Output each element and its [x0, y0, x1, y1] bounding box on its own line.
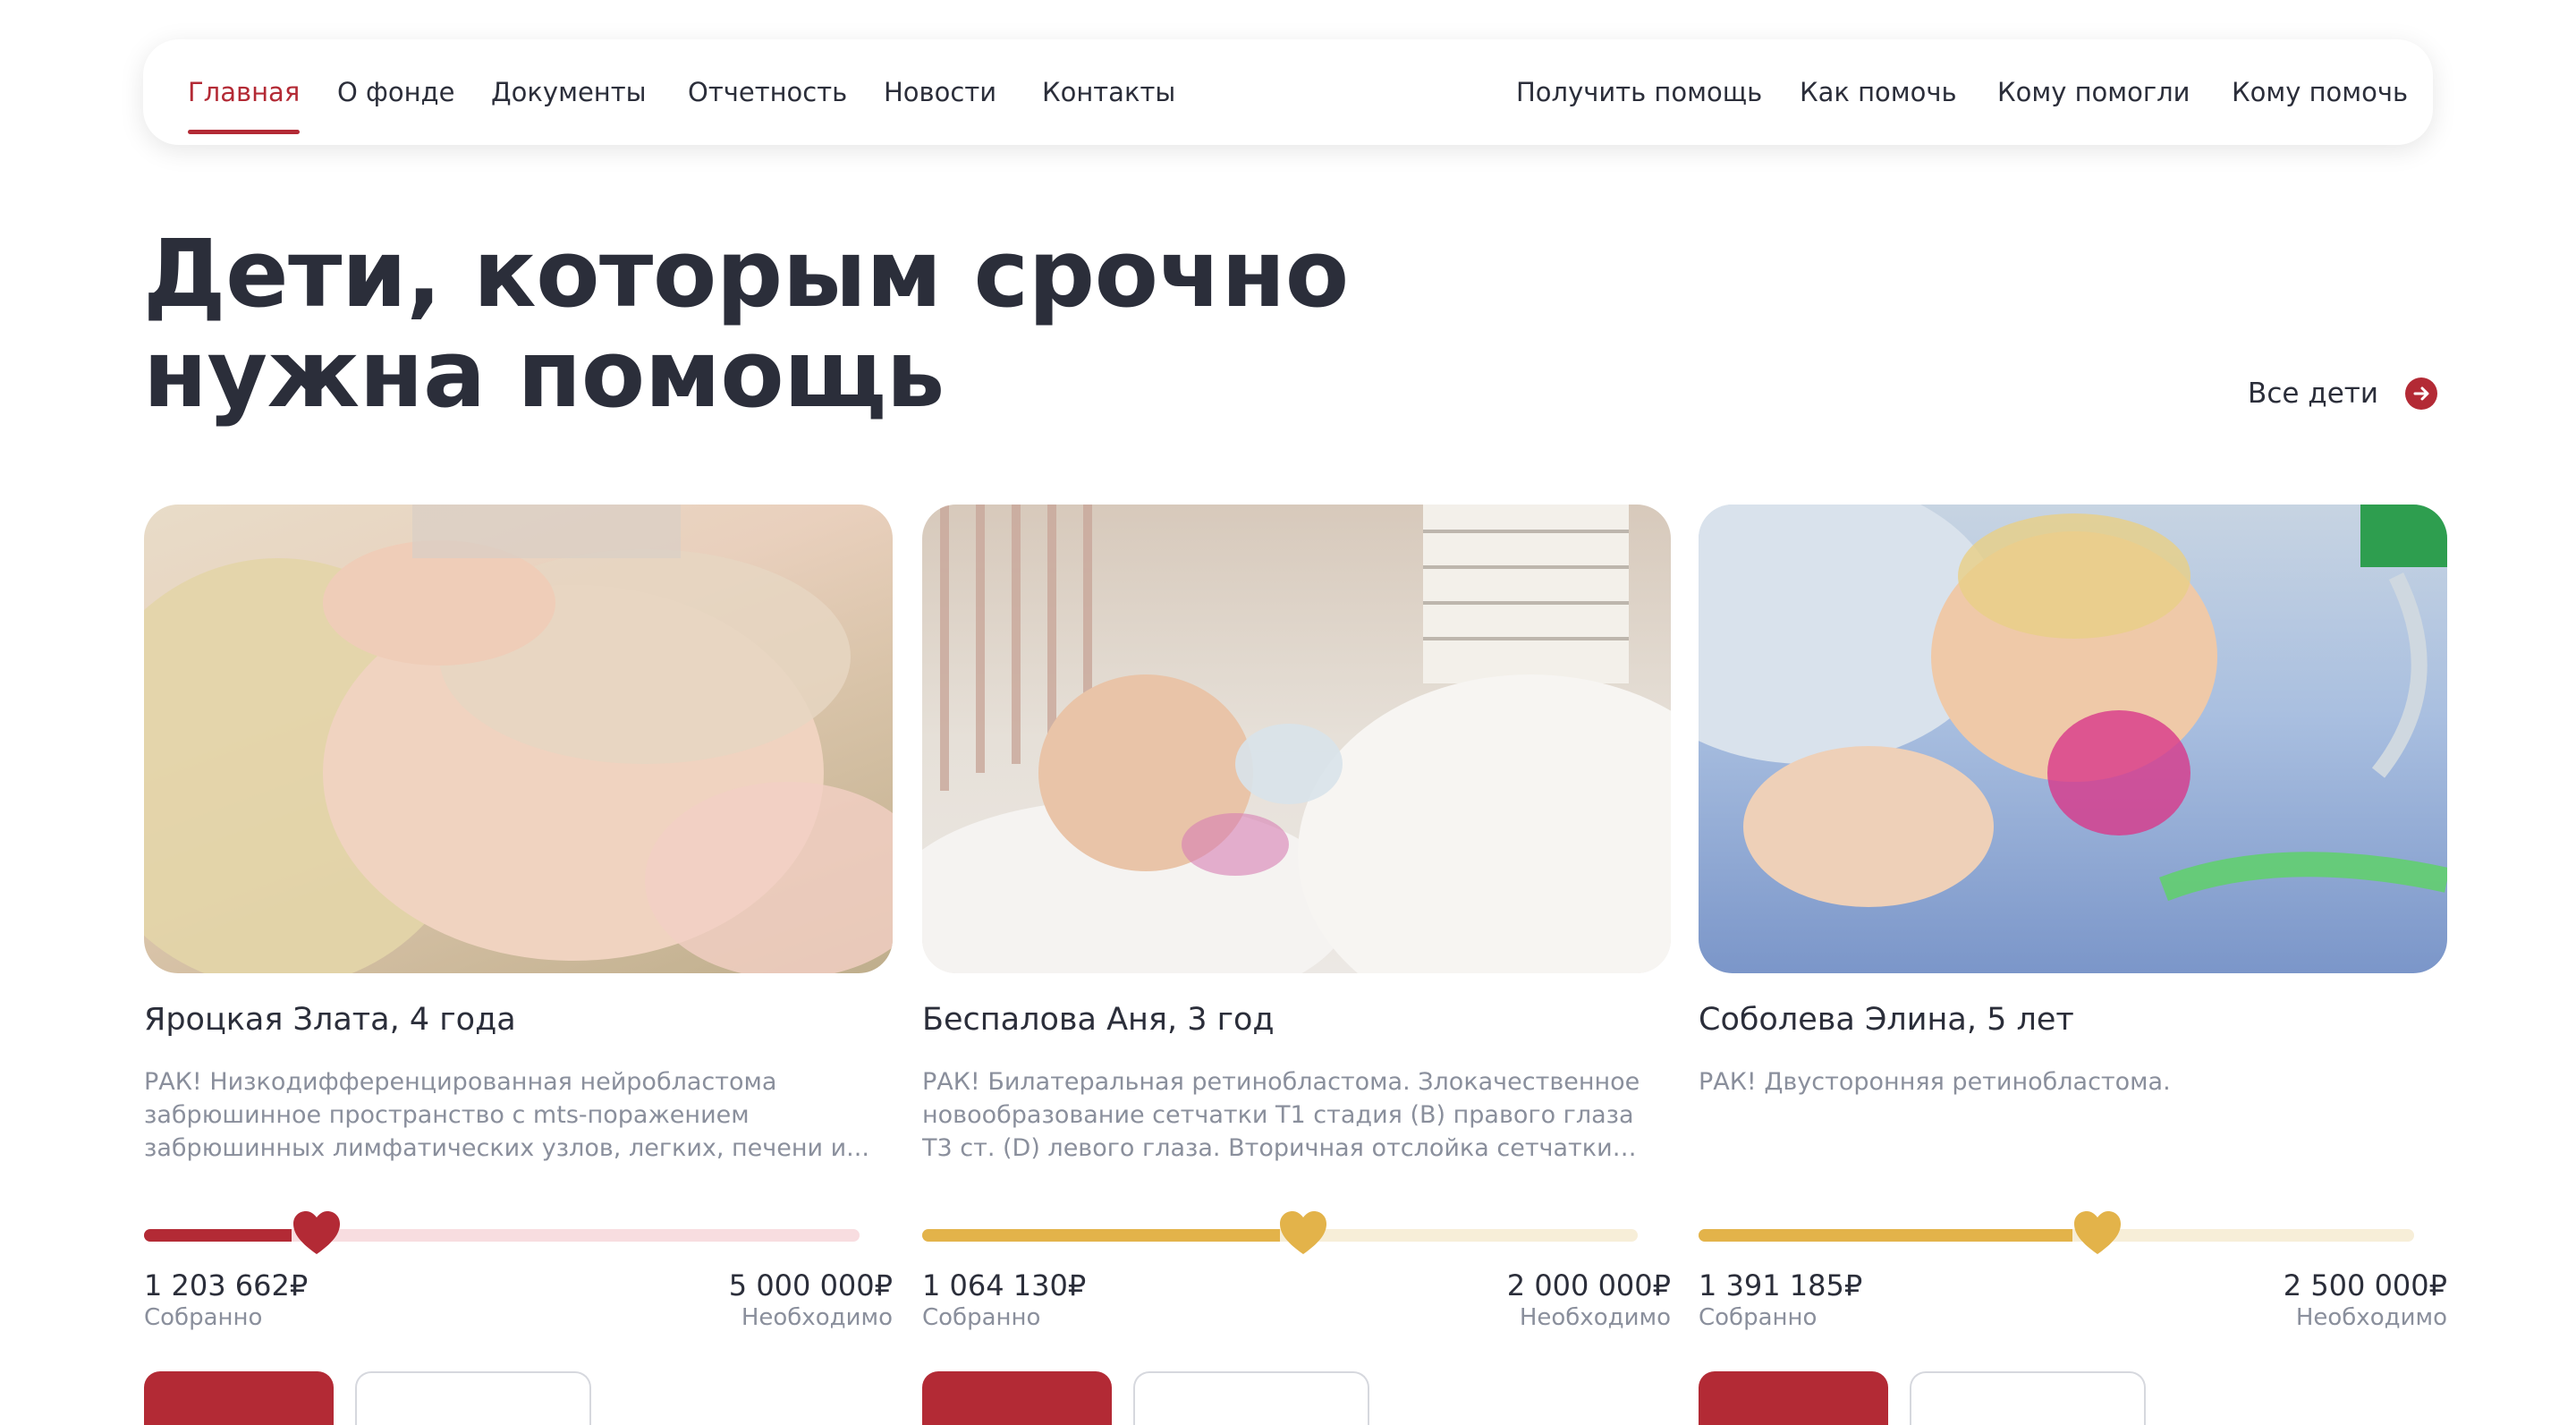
child-photo[interactable] — [144, 505, 893, 973]
needed-amount: 2 500 000₽ — [2283, 1268, 2447, 1302]
page-title: Дети, которым срочно нужна помощь — [143, 224, 1485, 424]
page-title-line-1: Дети, которым срочно — [143, 219, 1349, 328]
nav-link-who-we-helped[interactable]: Кому помогли — [1997, 39, 2190, 145]
progress-fill — [144, 1229, 292, 1242]
donate-button[interactable] — [922, 1371, 1112, 1425]
progress-fill — [922, 1229, 1280, 1242]
heart-icon — [1280, 1211, 1326, 1254]
donate-button[interactable] — [1699, 1371, 1888, 1425]
nav-link-about[interactable]: О фонде — [337, 39, 454, 145]
details-button[interactable] — [1133, 1371, 1369, 1425]
child-diagnosis: РАК! Билатеральная ретинобластома. Злока… — [922, 1068, 1640, 1162]
needed-amount: 5 000 000₽ — [728, 1268, 893, 1302]
details-button[interactable] — [1910, 1371, 2146, 1425]
child-card[interactable]: Яроцкая Злата, 4 года РАК! Низкодифферен… — [144, 505, 893, 1425]
collected-label: Собранно — [144, 1304, 263, 1331]
page-title-line-2: нужна помощь — [143, 319, 945, 428]
nav-link-documents[interactable]: Документы — [491, 39, 647, 145]
child-name[interactable]: Беспалова Аня, 3 год — [922, 1002, 1275, 1038]
collected-amount: 1 203 662₽ — [144, 1268, 309, 1302]
fundraising-progress — [1699, 1211, 2414, 1254]
nav-link-contacts[interactable]: Контакты — [1042, 39, 1175, 145]
needed-label: Необходимо — [1519, 1304, 1671, 1331]
child-card[interactable]: Беспалова Аня, 3 год РАК! Билатеральная … — [922, 505, 1671, 1425]
needed-amount: 2 000 000₽ — [1506, 1268, 1671, 1302]
progress-fill — [1699, 1229, 2072, 1242]
fundraising-progress — [144, 1211, 860, 1254]
collected-amount: 1 064 130₽ — [922, 1268, 1087, 1302]
nav-link-reports[interactable]: Отчетность — [688, 39, 847, 145]
details-button[interactable] — [355, 1371, 591, 1425]
nav-link-how-to-help[interactable]: Как помочь — [1800, 39, 1957, 145]
donate-button[interactable] — [144, 1371, 334, 1425]
needed-label: Необходимо — [741, 1304, 893, 1331]
child-card[interactable]: Соболева Элина, 5 лет РАК! Двусторонняя … — [1699, 505, 2447, 1425]
fundraising-progress — [922, 1211, 1638, 1254]
child-name[interactable]: Соболева Элина, 5 лет — [1699, 1002, 2074, 1038]
child-diagnosis: РАК! Двусторонняя ретинобластома. — [1699, 1068, 2171, 1096]
nav-link-who-to-help[interactable]: Кому помочь — [2232, 39, 2408, 145]
all-children-label: Все дети — [2248, 377, 2378, 410]
main-navigation: Главная О фонде Документы Отчетность Нов… — [143, 39, 2433, 145]
nav-link-news[interactable]: Новости — [884, 39, 996, 145]
collected-label: Собранно — [1699, 1304, 1818, 1331]
child-photo[interactable] — [922, 505, 1671, 973]
heart-icon — [293, 1211, 340, 1254]
all-children-link[interactable]: Все дети — [2248, 374, 2437, 413]
collected-label: Собранно — [922, 1304, 1041, 1331]
nav-link-home[interactable]: Главная — [188, 39, 301, 145]
collected-amount: 1 391 185₽ — [1699, 1268, 1863, 1302]
arrow-right-icon — [2405, 377, 2437, 410]
heart-icon — [2074, 1211, 2121, 1254]
nav-link-get-help[interactable]: Получить помощь — [1516, 39, 1762, 145]
child-diagnosis: РАК! Низкодифференцированная нейробласто… — [144, 1068, 869, 1162]
child-name[interactable]: Яроцкая Злата, 4 года — [144, 1002, 516, 1038]
needed-label: Необходимо — [2295, 1304, 2447, 1331]
child-photo[interactable] — [1699, 505, 2447, 973]
